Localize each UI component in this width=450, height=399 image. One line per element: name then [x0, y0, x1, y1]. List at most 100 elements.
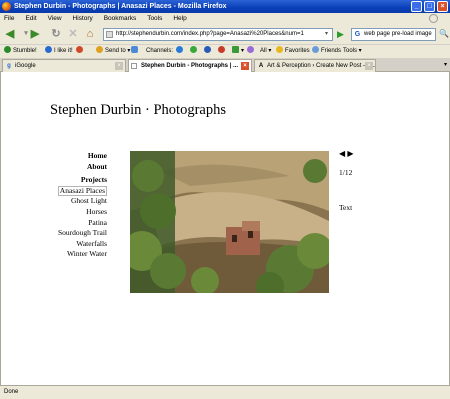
search-text: web page pre-load image	[364, 31, 432, 37]
channel-4-button[interactable]	[218, 45, 227, 58]
extension-toolbar: Stumble! I like it! Send to ▾ Channels: …	[0, 44, 450, 58]
back-icon[interactable]: ◀	[3, 27, 17, 41]
like-label: I like it!	[54, 48, 73, 54]
tab-close-icon[interactable]: ×	[115, 62, 123, 70]
project-sourdough-trail[interactable]: Sourdough Trail	[49, 228, 107, 239]
menu-help[interactable]: Help	[173, 15, 186, 22]
page-icon	[131, 63, 137, 69]
channel-icon	[218, 46, 225, 53]
tab-igoogle[interactable]: g iGoogle ×	[2, 59, 126, 72]
channel-icon	[190, 46, 197, 53]
menu-view[interactable]: View	[48, 15, 62, 22]
menu-bookmarks[interactable]: Bookmarks	[104, 15, 137, 22]
all-channels-button[interactable]: All ▾	[260, 45, 271, 58]
site-favicon	[106, 31, 113, 38]
channel-3-button[interactable]	[204, 45, 213, 58]
tab-list-dropdown-icon[interactable]: ▾	[444, 61, 447, 68]
navigation-toolbar: ◀ ▾ ▶ ↻ ✕ ⌂ http://stephendurbin.com/ind…	[0, 24, 450, 44]
project-horses[interactable]: Horses	[49, 207, 107, 218]
comment-icon	[131, 46, 138, 53]
thumbs-up-icon	[45, 46, 52, 53]
stop-icon[interactable]: ✕	[66, 27, 80, 41]
photo-pager: ◀ ▶	[339, 149, 354, 158]
like-button[interactable]: I like it!	[45, 45, 73, 58]
search-icon[interactable]: 🔍	[439, 29, 449, 38]
channel-icon	[204, 46, 211, 53]
stumble-label: Stumble!	[13, 48, 37, 54]
google-icon: g	[7, 63, 11, 69]
menu-bar: File Edit View History Bookmarks Tools H…	[0, 13, 450, 24]
url-dropdown-icon[interactable]: ▾	[325, 30, 328, 37]
site-title: Stephen Durbin · Photographs	[50, 102, 226, 118]
project-ghost-light[interactable]: Ghost Light	[49, 196, 107, 207]
send-label: Send to	[105, 48, 126, 54]
nav-home[interactable]: Home	[49, 151, 107, 162]
tab-label: Art & Perception › Create New Post — ...	[267, 63, 376, 69]
blog-icon: A	[258, 63, 264, 69]
google-search-icon: G	[354, 31, 361, 38]
status-bar: Done	[0, 385, 450, 399]
channel-icon	[176, 46, 183, 53]
text-link[interactable]: Text	[339, 203, 352, 212]
comment-button[interactable]	[131, 45, 140, 58]
forward-icon[interactable]: ▶	[28, 27, 42, 41]
window-title: Stephen Durbin - Photographs | Anasazi P…	[14, 3, 227, 10]
channel-6-button[interactable]	[247, 45, 256, 58]
project-winter-water[interactable]: Winter Water	[49, 249, 107, 260]
status-text: Done	[4, 389, 19, 395]
dislike-button[interactable]	[76, 45, 85, 58]
menu-edit[interactable]: Edit	[25, 15, 36, 22]
tab-stephen-durbin[interactable]: Stephen Durbin - Photographs | ... ×	[128, 59, 252, 72]
menu-history[interactable]: History	[73, 15, 93, 22]
project-waterfalls[interactable]: Waterfalls	[49, 239, 107, 250]
window-title-bar: Stephen Durbin - Photographs | Anasazi P…	[0, 0, 450, 13]
reload-icon[interactable]: ↻	[49, 27, 63, 41]
tab-art-perception[interactable]: A Art & Perception › Create New Post — .…	[254, 59, 376, 72]
projects-heading: Projects	[80, 175, 107, 185]
tools-label: Tools	[343, 48, 358, 54]
url-text: http://stephendurbin.com/index.php?page=…	[116, 31, 304, 37]
menu-file[interactable]: File	[4, 15, 14, 22]
search-field[interactable]: G web page pre-load image	[351, 28, 436, 41]
tab-close-icon[interactable]: ×	[241, 62, 249, 70]
friends-label: Friends	[321, 48, 342, 54]
go-icon[interactable]: ▶	[337, 29, 347, 40]
tab-label: Stephen Durbin - Photographs | ...	[141, 63, 239, 69]
tab-close-icon[interactable]: ×	[365, 62, 373, 70]
channel-1-button[interactable]	[176, 45, 185, 58]
site-navigation: Home About Projects Anasazi Places Ghost…	[49, 151, 107, 260]
friends-button[interactable]: Friends	[312, 45, 341, 58]
star-icon	[276, 46, 283, 53]
friends-icon	[312, 46, 319, 53]
project-patina[interactable]: Patina	[49, 218, 107, 229]
send-to-button[interactable]: Send to ▾	[96, 45, 130, 58]
firefox-icon	[2, 2, 11, 11]
channel-icon	[232, 46, 239, 53]
channel-icon	[247, 46, 254, 53]
minimize-button[interactable]: _	[411, 1, 422, 12]
menu-tools[interactable]: Tools	[147, 15, 162, 22]
stumble-button[interactable]: Stumble!	[4, 45, 37, 58]
maximize-button[interactable]: □	[424, 1, 435, 12]
throbber-icon	[429, 14, 438, 23]
close-button[interactable]: ×	[437, 1, 448, 12]
favorites-label: Favorites	[285, 48, 310, 54]
photo-counter: 1/12	[339, 168, 353, 177]
home-icon[interactable]: ⌂	[83, 27, 97, 41]
favorites-button[interactable]: Favorites	[276, 45, 310, 58]
project-anasazi-places[interactable]: Anasazi Places	[57, 185, 107, 197]
tab-label: iGoogle	[15, 63, 36, 69]
url-field[interactable]: http://stephendurbin.com/index.php?page=…	[103, 28, 333, 41]
send-icon	[96, 46, 103, 53]
channel-2-button[interactable]	[190, 45, 199, 58]
previous-arrow-icon[interactable]: ◀	[339, 149, 345, 158]
all-label: All	[260, 48, 267, 54]
tools-button[interactable]: Tools ▾	[343, 45, 362, 58]
nav-about[interactable]: About	[49, 162, 107, 173]
anasazi-cliff-dwelling-photo[interactable]	[130, 151, 329, 293]
stumble-icon	[4, 46, 11, 53]
next-arrow-icon[interactable]: ▶	[347, 149, 353, 158]
channels-label: Channels:	[146, 48, 174, 54]
channel-5-button[interactable]: ▾	[232, 45, 244, 58]
tab-bar: g iGoogle × Stephen Durbin - Photographs…	[0, 58, 450, 72]
